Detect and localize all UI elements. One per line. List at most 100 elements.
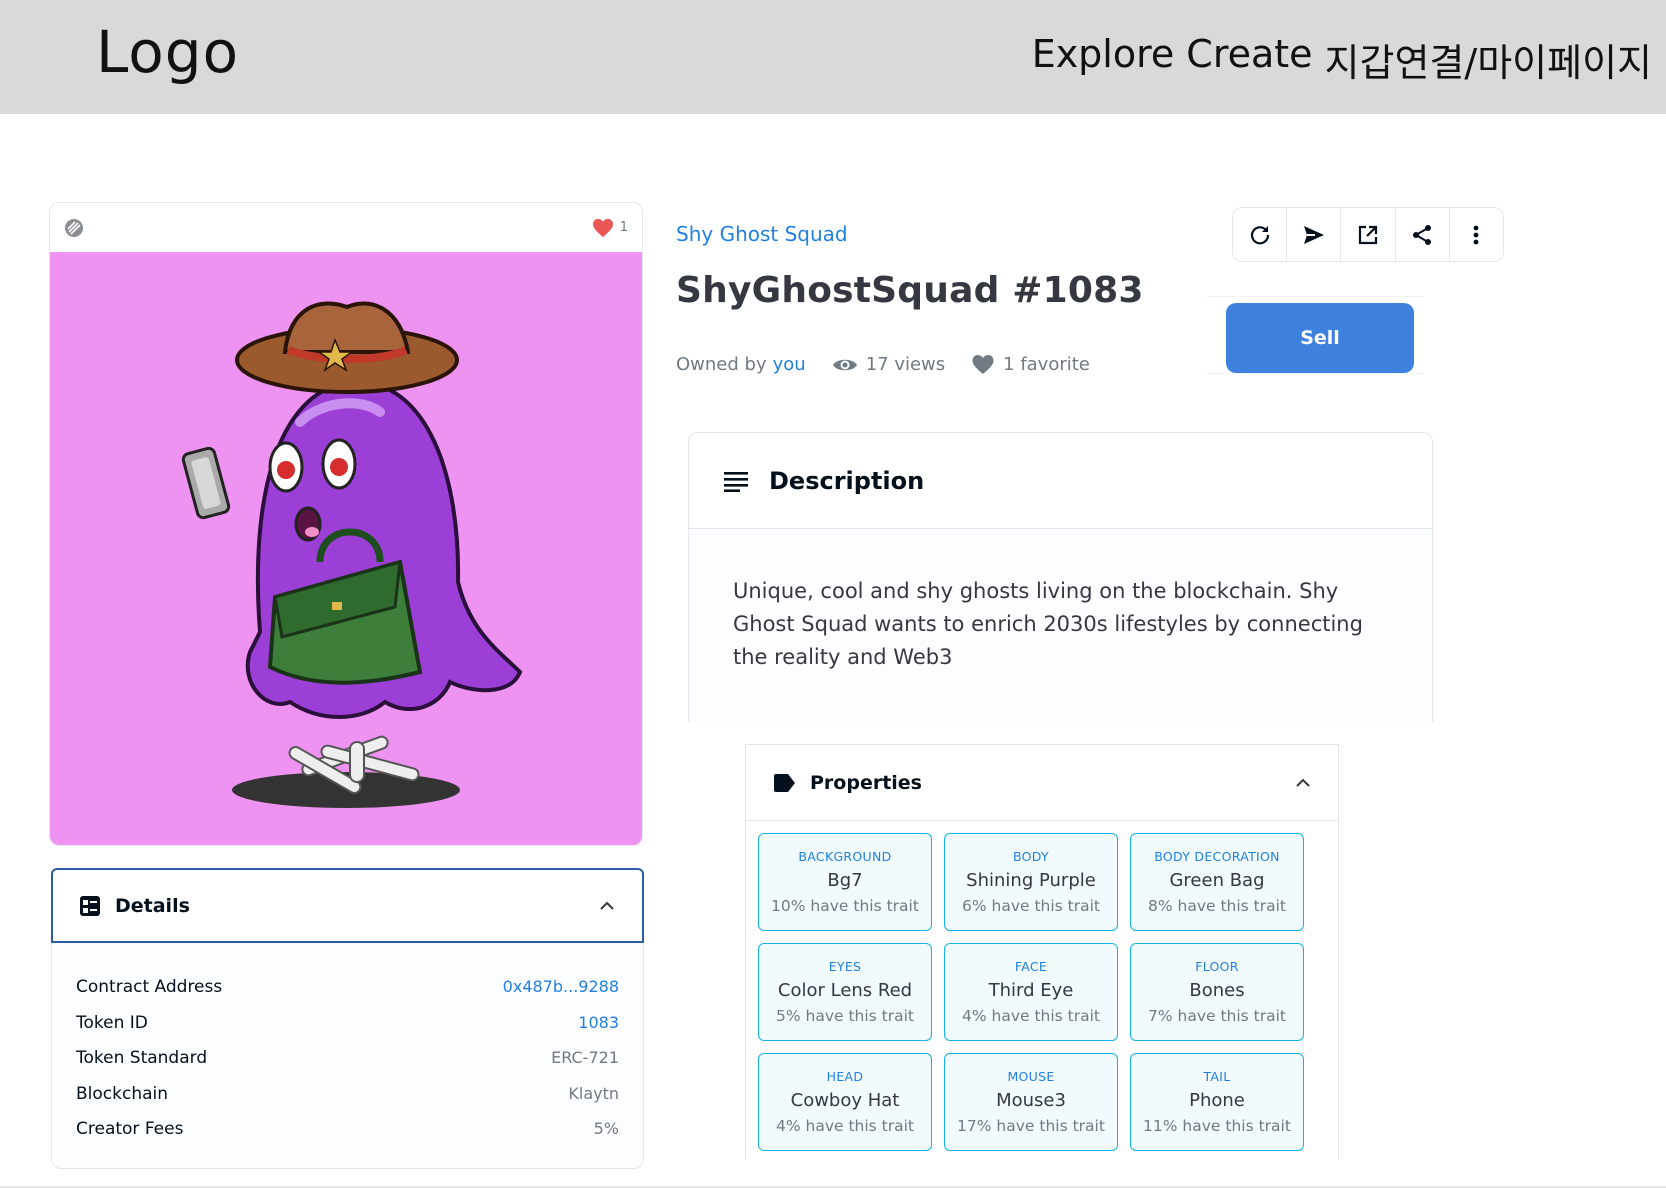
detail-value: 5% [593,1119,619,1138]
trait-background[interactable]: Background Bg7 10% have this trait [758,833,932,931]
trait-type: Face [1014,959,1048,974]
details-accordion-header[interactable]: Details [51,868,644,943]
item-action-toolbar [1232,207,1504,262]
external-link-icon [1358,225,1378,244]
trait-type: Head [826,1069,864,1084]
refresh-icon [1250,225,1269,244]
detail-row-contract-address: Contract Address 0x487b...9288 [76,977,619,1013]
image-card-header: 1 [50,203,642,252]
properties-accordion-header[interactable]: Properties [746,745,1338,821]
trait-rarity: 7% have this trait [1147,1007,1287,1025]
more-icon [1474,225,1479,244]
transfer-button[interactable] [1287,208,1342,261]
trait-head[interactable]: Head Cowboy Hat 4% have this trait [758,1053,932,1151]
detail-label: Contract Address [76,977,223,997]
tag-icon [774,773,795,792]
trait-value: Bones [1189,980,1245,1001]
detail-value: ERC-721 [551,1048,619,1067]
detail-value: Klaytn [568,1083,619,1103]
trait-type: Mouse [1007,1069,1055,1084]
trait-rarity: 10% have this trait [771,897,919,915]
trait-type: Tail [1203,1069,1231,1084]
trait-type: Body [1013,849,1049,864]
description-panel: Description Unique, cool and shy ghosts … [688,432,1433,722]
trait-value: Shining Purple [966,870,1096,891]
description-lines-icon [724,471,748,492]
description-title: Description [769,466,925,495]
favorites-stat: 1 favorite [971,354,1090,375]
trait-rarity: 4% have this trait [775,1117,915,1135]
trait-body-decoration[interactable]: Body Decoration Green Bag 8% have this t… [1130,833,1304,931]
properties-title: Properties [810,771,922,794]
trait-type: Background [798,849,892,864]
trait-rarity: 5% have this trait [775,1007,915,1025]
trait-rarity: 11% have this trait [1143,1117,1291,1135]
klaytn-chain-icon[interactable] [64,218,84,238]
trait-value: Color Lens Red [777,980,913,1001]
trait-rarity: 17% have this trait [957,1117,1105,1135]
token-id-link[interactable]: 1083 [578,1013,619,1049]
eye-icon [832,359,857,370]
nav-wallet-mypage[interactable]: 지갑연결/마이페이지 [1325,32,1652,87]
nav-create[interactable]: Create [1186,32,1312,87]
item-title: ShyGhostSquad #1083 [676,270,1144,311]
trait-value: Third Eye [988,980,1074,1001]
detail-row-token-standard: Token Standard ERC-721 [76,1048,619,1084]
trait-rarity: 6% have this trait [961,897,1101,915]
details-panel: Contract Address 0x487b...9288 Token ID … [51,943,644,1169]
views-count: 17 views [865,354,946,375]
detail-row-creator-fees: Creator Fees 5% [76,1119,619,1155]
trait-type: Floor [1195,959,1239,974]
nft-artwork[interactable] [50,252,642,845]
open-external-button[interactable] [1341,208,1396,261]
detail-row-token-id: Token ID 1083 [76,1013,619,1049]
send-icon [1303,225,1324,244]
favorites-count: 1 favorite [1003,354,1090,375]
trait-type: Body Decoration [1154,849,1280,864]
nft-image-card: 1 [49,202,643,846]
detail-label: Token ID [76,1012,148,1033]
share-button[interactable] [1396,208,1450,261]
trait-value: Mouse3 [996,1090,1066,1111]
owned-by-label: Owned by [676,354,767,375]
nav-explore[interactable]: Explore [1032,32,1175,87]
favorite-toggle[interactable]: 1 [592,218,628,238]
main-nav: Explore Create 지갑연결/마이페이지 [1032,32,1652,87]
details-title: Details [115,894,190,917]
share-icon [1413,224,1432,245]
favorite-count: 1 [619,220,628,235]
chevron-up-icon[interactable] [1294,777,1312,789]
detail-label: Token Standard [76,1048,208,1068]
trait-face[interactable]: Face Third Eye 4% have this trait [944,943,1118,1041]
trait-mouse[interactable]: Mouse Mouse3 17% have this trait [944,1053,1118,1151]
detail-label: Creator Fees [76,1119,184,1139]
details-list-icon [80,895,100,916]
detail-row-blockchain: Blockchain Klaytn [76,1084,619,1120]
top-navigation-bar: Logo Explore Create 지갑연결/마이페이지 [0,0,1666,114]
trait-body[interactable]: Body Shining Purple 6% have this trait [944,833,1118,931]
views-stat: 17 views [832,354,945,375]
description-header[interactable]: Description [689,433,1432,529]
owner-stats-row: Owned by you 17 views 1 favorite [676,354,1090,375]
trait-value: Bg7 [827,870,863,891]
sell-container: Sell [1206,296,1424,374]
trait-type: Eyes [828,959,862,974]
ghost-artwork-image [181,301,523,808]
heart-icon [592,218,613,237]
description-text: Unique, cool and shy ghosts living on th… [689,529,1432,722]
trait-tail[interactable]: Tail Phone 11% have this trait [1130,1053,1304,1151]
contract-address-link[interactable]: 0x487b...9288 [503,977,619,1013]
trait-rarity: 8% have this trait [1147,897,1287,915]
owner-link[interactable]: you [773,354,806,375]
collection-link[interactable]: Shy Ghost Squad [676,222,848,246]
sell-button[interactable]: Sell [1226,303,1414,373]
logo[interactable]: Logo [96,18,239,86]
trait-eyes[interactable]: Eyes Color Lens Red 5% have this trait [758,943,932,1041]
refresh-button[interactable] [1233,208,1288,261]
trait-rarity: 4% have this trait [961,1007,1101,1025]
properties-grid: Background Bg7 10% have this trait Body … [758,833,1304,1151]
chevron-up-icon[interactable] [598,900,616,912]
detail-label: Blockchain [76,1083,169,1104]
more-options-button[interactable] [1450,208,1503,261]
trait-floor[interactable]: Floor Bones 7% have this trait [1130,943,1304,1041]
